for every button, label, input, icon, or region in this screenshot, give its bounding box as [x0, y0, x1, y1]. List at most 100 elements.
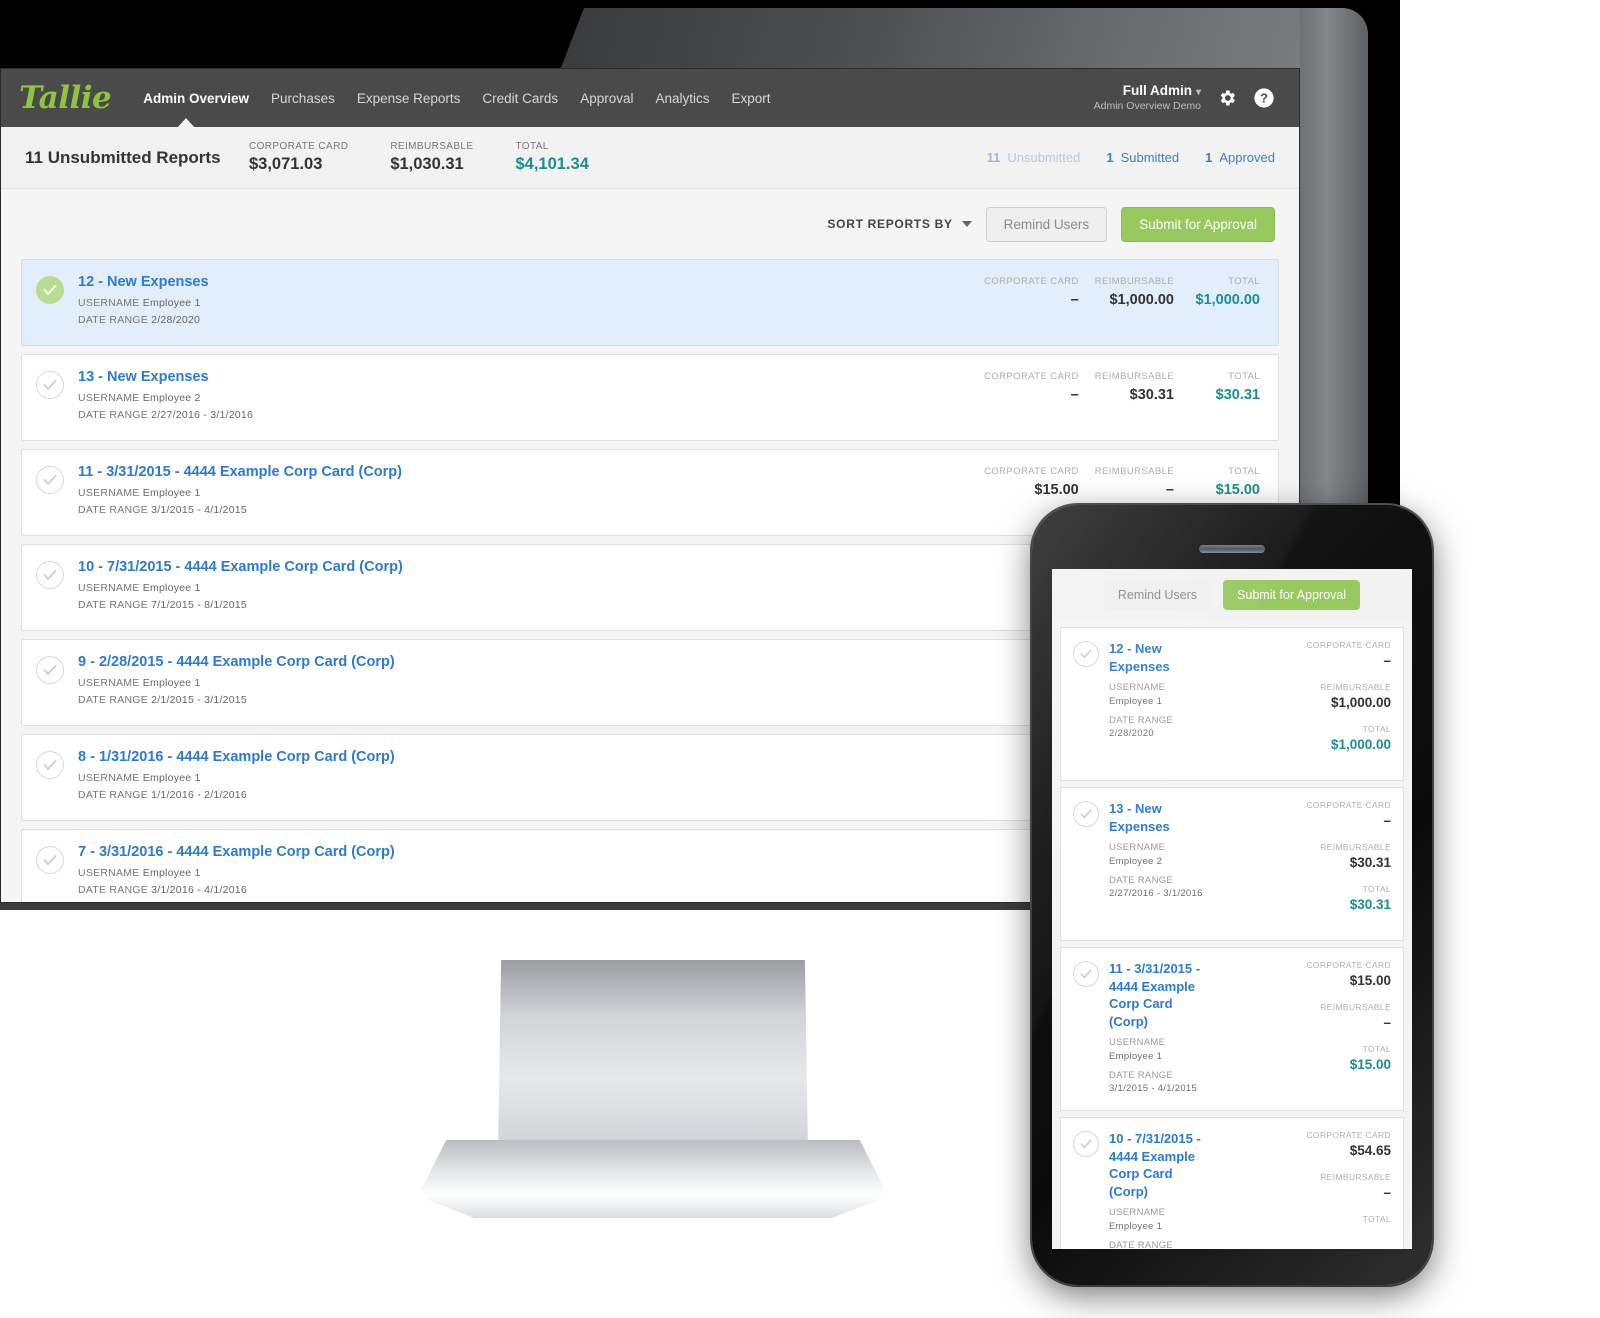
- user-menu[interactable]: Full Admin ▾ Admin Overview Demo: [1094, 83, 1201, 113]
- user-subtitle: Admin Overview Demo: [1093, 99, 1201, 112]
- amount-label: REIMBURSABLE: [1094, 276, 1174, 287]
- sort-reports-dropdown[interactable]: SORT REPORTS BY: [827, 217, 972, 231]
- amount-label: CORPORATE CARD: [1306, 800, 1391, 810]
- amount-label: TOTAL: [1228, 466, 1260, 477]
- filter-label: Approved: [1219, 150, 1275, 165]
- report-select-checkbox[interactable]: [36, 371, 64, 399]
- page-title: 11 Unsubmitted Reports: [25, 147, 221, 167]
- chevron-down-icon: [961, 221, 972, 227]
- phone-select-checkbox[interactable]: [1073, 801, 1099, 827]
- phone-select-checkbox[interactable]: [1073, 961, 1099, 987]
- phone-report-details: 11 - 3/31/2015 - 4444 Example Corp Card …: [1109, 960, 1205, 1096]
- phone-report-card[interactable]: 10 - 7/31/2015 - 4444 Example Corp Card …: [1060, 1117, 1404, 1249]
- amount-value: –: [1383, 1185, 1391, 1201]
- report-username: USERNAME Employee 1: [78, 297, 201, 309]
- phone-remind-users-button[interactable]: Remind Users: [1103, 580, 1212, 610]
- nav-item-purchases[interactable]: Purchases: [271, 91, 335, 106]
- stat-value: $1,030.31: [390, 155, 464, 173]
- amount-label: REIMBURSABLE: [1094, 371, 1174, 382]
- phone-report-date-range: DATE RANGE 2/28/2020: [1109, 714, 1174, 740]
- phone-select-checkbox[interactable]: [1073, 1131, 1099, 1158]
- report-select-checkbox[interactable]: [36, 846, 64, 874]
- phone-report-card[interactable]: 12 - New Expenses USERNAME Employee 1 DATE …: [1060, 627, 1404, 781]
- stat-label: REIMBURSABLE: [390, 141, 474, 152]
- filter-approved[interactable]: 1 Approved: [1205, 150, 1275, 165]
- phone-report-list: 12 - New Expenses USERNAME Employee 1 DATE …: [1052, 627, 1412, 1249]
- phone-report-card[interactable]: 13 - New Expenses USERNAME Employee 2 DATE …: [1060, 787, 1404, 941]
- remind-users-button[interactable]: Remind Users: [985, 206, 1108, 242]
- summary-stats: CORPORATE CARD $3,071.03 REIMBURSABLE $1…: [249, 141, 589, 174]
- report-select-checkbox[interactable]: [36, 751, 64, 779]
- nav-item-admin-overview[interactable]: Admin Overview: [143, 91, 249, 106]
- nav-item-analytics[interactable]: Analytics: [655, 91, 709, 106]
- report-title-link[interactable]: 11 - 3/31/2015 - 4444 Example Corp Card …: [78, 464, 968, 480]
- amount-value: $30.31: [1349, 855, 1391, 870]
- report-row[interactable]: 12 - New Expenses USERNAME Employee 1 DATE…: [21, 259, 1279, 346]
- amount-value: $1,000.00: [1330, 695, 1391, 710]
- phone-report-date-range: DATE RANGE: [1109, 1239, 1174, 1249]
- filter-unsubmitted[interactable]: 11 Unsubmitted: [987, 150, 1081, 165]
- filter-count: 1: [1106, 150, 1114, 165]
- stat-value: $4,101.34: [515, 155, 589, 173]
- amount-value: –: [1070, 292, 1079, 308]
- phone-report-username: USERNAME Employee 1: [1109, 682, 1166, 707]
- amount-label: REIMBURSABLE: [1094, 466, 1174, 477]
- nav-item-export[interactable]: Export: [732, 91, 771, 106]
- nav-item-credit-cards[interactable]: Credit Cards: [482, 91, 558, 106]
- phone-report-amounts: CORPORATE CARD – REIMBURSABLE $1,000.00 TOTA…: [1306, 640, 1391, 766]
- chevron-down-icon: ▾: [1195, 87, 1201, 98]
- amount-reimbursable: REIMBURSABLE $1,000.00: [1079, 276, 1174, 308]
- phone-report-title-link[interactable]: 13 - New Expenses: [1109, 800, 1205, 835]
- phone-report-title-link[interactable]: 11 - 3/31/2015 - 4444 Example Corp Card …: [1109, 960, 1205, 1030]
- phone-report-date-range: DATE RANGE 3/1/2015 - 4/1/2015: [1109, 1069, 1198, 1095]
- amount-label: CORPORATE CARD: [984, 466, 1079, 477]
- stat-reimbursable: REIMBURSABLE $1,030.31: [390, 141, 473, 174]
- help-icon[interactable]: ?: [1253, 87, 1275, 109]
- report-select-checkbox[interactable]: [36, 656, 64, 684]
- amount-value: –: [1383, 1015, 1391, 1030]
- report-date-range: DATE RANGE 3/1/2015 - 4/1/2015: [78, 504, 247, 516]
- amount-label: TOTAL: [1228, 276, 1260, 287]
- nav-item-expense-reports[interactable]: Expense Reports: [357, 91, 461, 106]
- report-title-link[interactable]: 13 - New Expenses: [78, 369, 968, 385]
- phone-report-title-link[interactable]: 10 - 7/31/2015 - 4444 Example Corp Card …: [1109, 1130, 1205, 1200]
- tallie-logo[interactable]: Tallie: [19, 82, 129, 114]
- phone-submit-for-approval-button[interactable]: Submit for Approval: [1223, 580, 1361, 610]
- report-title-link[interactable]: 12 - New Expenses: [78, 274, 968, 290]
- submit-for-approval-button[interactable]: Submit for Approval: [1121, 206, 1275, 242]
- gear-icon[interactable]: [1217, 88, 1237, 108]
- phone-report-title-link[interactable]: 12 - New Expenses: [1109, 640, 1205, 675]
- phone-select-checkbox[interactable]: [1073, 641, 1099, 667]
- filter-label: Unsubmitted: [1007, 150, 1081, 165]
- phone-report-card[interactable]: 11 - 3/31/2015 - 4444 Example Corp Card …: [1060, 947, 1404, 1112]
- nav-item-approval[interactable]: Approval: [580, 91, 633, 106]
- amount-label: REIMBURSABLE: [1320, 842, 1391, 852]
- stat-label: TOTAL: [515, 141, 549, 152]
- monitor-stand-base: [418, 1140, 888, 1218]
- report-details: 11 - 3/31/2015 - 4444 Example Corp Card …: [78, 464, 968, 521]
- report-select-checkbox[interactable]: [36, 276, 64, 304]
- navbar-right: Full Admin ▾ Admin Overview Demo ?: [1094, 83, 1281, 113]
- svg-text:?: ?: [1260, 91, 1268, 106]
- stat-total: TOTAL $4,101.34: [515, 141, 588, 174]
- status-filters: 11 Unsubmitted 1 Submitted 1 Approved: [987, 150, 1275, 165]
- amount-value: $15.00: [1034, 482, 1079, 498]
- amount-label: TOTAL: [1362, 1214, 1391, 1225]
- amount-label: CORPORATE CARD: [984, 371, 1079, 382]
- phone-toolbar: Remind Users Submit for Approval: [1052, 569, 1412, 621]
- filter-count: 11: [986, 150, 1001, 165]
- report-username: USERNAME Employee 2: [78, 392, 201, 404]
- monitor-top-bezel: [560, 8, 1360, 70]
- report-select-checkbox[interactable]: [36, 561, 64, 589]
- amount-value: –: [1070, 387, 1079, 403]
- phone-report-details: 13 - New Expenses USERNAME Employee 2 DATE …: [1109, 800, 1205, 901]
- report-amounts: CORPORATE CARD $15.00 REIMBURSABLE – TOTAL $1…: [968, 464, 1260, 498]
- amount-corporate-card: CORPORATE CARD $15.00: [968, 466, 1079, 498]
- amount-value: $30.31: [1129, 387, 1174, 403]
- report-row[interactable]: 13 - New Expenses USERNAME Employee 2 DATE…: [21, 354, 1279, 441]
- amount-value: $1,000.00: [1195, 292, 1260, 308]
- phone-report-username: USERNAME Employee 1: [1109, 1037, 1166, 1062]
- filter-submitted[interactable]: 1 Submitted: [1106, 150, 1179, 165]
- amount-label: REIMBURSABLE: [1320, 1002, 1391, 1012]
- report-select-checkbox[interactable]: [36, 466, 64, 494]
